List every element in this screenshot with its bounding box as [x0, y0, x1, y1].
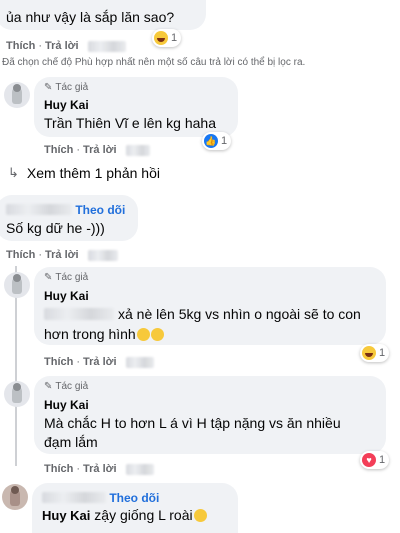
view-more-replies[interactable]: ↳ Xem thêm 1 phản hồi	[8, 165, 160, 181]
mention-link[interactable]: Huy Kai	[42, 508, 90, 523]
avatar[interactable]	[4, 82, 30, 108]
reaction-number: 1	[379, 347, 386, 359]
reply-link[interactable]: Trả lời	[83, 463, 117, 475]
like-link[interactable]: Thích	[44, 144, 73, 156]
reaction-number: 1	[221, 135, 228, 147]
avatar[interactable]	[4, 381, 30, 407]
comment-header: Theo dõi	[42, 491, 159, 505]
reply-arrow-icon: ↳	[8, 165, 19, 180]
author-badge: ✎ Tác giả	[44, 82, 89, 93]
reply-link[interactable]: Trả lời	[83, 144, 117, 156]
reaction-number: 1	[379, 454, 386, 466]
separator: ·	[38, 40, 43, 52]
rofl-emoji-icon	[136, 328, 150, 341]
reply-text-line-2: đạm lắm	[44, 434, 98, 450]
rofl-emoji-icon	[193, 509, 207, 522]
separator: ·	[76, 356, 81, 368]
like-link[interactable]: Thích	[44, 356, 73, 368]
commenter-name[interactable]	[6, 204, 72, 215]
reply-link[interactable]: Trả lời	[45, 40, 79, 52]
mention-name[interactable]	[44, 308, 114, 320]
like-link[interactable]: Thích	[44, 463, 73, 475]
comment-text: ủa như vậy là sắp lăn sao?	[6, 9, 175, 25]
timestamp	[125, 356, 154, 368]
timestamp	[125, 144, 150, 156]
timestamp	[125, 463, 154, 475]
reply-actions: Thích · Trả lời	[44, 356, 154, 368]
author-name[interactable]: Huy Kai	[44, 289, 89, 303]
reaction-number: 1	[171, 32, 178, 44]
comment-text: Huy Kai zậy giống L roài	[42, 506, 207, 525]
timestamp	[87, 40, 126, 52]
commenter-name[interactable]	[42, 492, 106, 503]
reaction-count[interactable]: 1	[360, 344, 390, 362]
reaction-count[interactable]: 👍 1	[202, 132, 232, 150]
author-name[interactable]: Huy Kai	[44, 98, 89, 112]
rofl-emoji-icon	[150, 328, 164, 341]
reply-text-line-1: Mà chắc H to hơn L á vì H tập nặng vs ăn…	[44, 415, 341, 431]
follow-link[interactable]: Theo dõi	[75, 203, 125, 217]
timestamp	[87, 249, 118, 261]
pen-icon: ✎	[44, 272, 53, 283]
like-emoji-icon: 👍	[204, 134, 218, 148]
reply-text-line-1: xả nè lên 5kg vs nhìn o ngoài sẽ to con	[118, 306, 361, 322]
like-link[interactable]: Thích	[6, 249, 35, 261]
avatar[interactable]	[2, 484, 28, 510]
like-link[interactable]: Thích	[6, 40, 35, 52]
reply-actions: Thích · Trả lời	[44, 144, 150, 156]
reply-text-line-2: hơn trong hình	[44, 325, 164, 344]
reply-link[interactable]: Trả lời	[45, 249, 79, 261]
separator: ·	[76, 144, 81, 156]
separator: ·	[38, 249, 43, 261]
author-name[interactable]: Huy Kai	[44, 398, 89, 412]
reply-text: Trần Thiên Vĩ e lên kg haha	[44, 115, 216, 131]
comment-text: Số kg dữ he -)))	[6, 220, 105, 236]
comment-header: Theo dõi	[6, 203, 125, 217]
separator: ·	[76, 463, 81, 475]
reply-actions: Thích · Trả lời	[44, 463, 154, 475]
reaction-count[interactable]: 1	[152, 29, 182, 47]
love-emoji-icon: ♥	[362, 453, 376, 467]
comment-actions: Thích · Trả lời	[6, 40, 126, 52]
haha-emoji-icon	[362, 346, 376, 360]
reply-link[interactable]: Trả lời	[83, 356, 117, 368]
follow-link[interactable]: Theo dõi	[109, 491, 159, 505]
filter-note: Đã chọn chế độ Phù hợp nhất nên một số c…	[2, 57, 306, 68]
author-badge: ✎ Tác giả	[44, 381, 89, 392]
comment-actions: Thích · Trả lời	[6, 249, 118, 261]
reaction-count[interactable]: ♥ 1	[360, 451, 390, 469]
pen-icon: ✎	[44, 82, 53, 93]
author-badge: ✎ Tác giả	[44, 272, 89, 283]
pen-icon: ✎	[44, 381, 53, 392]
avatar[interactable]	[4, 272, 30, 298]
haha-emoji-icon	[154, 31, 168, 45]
